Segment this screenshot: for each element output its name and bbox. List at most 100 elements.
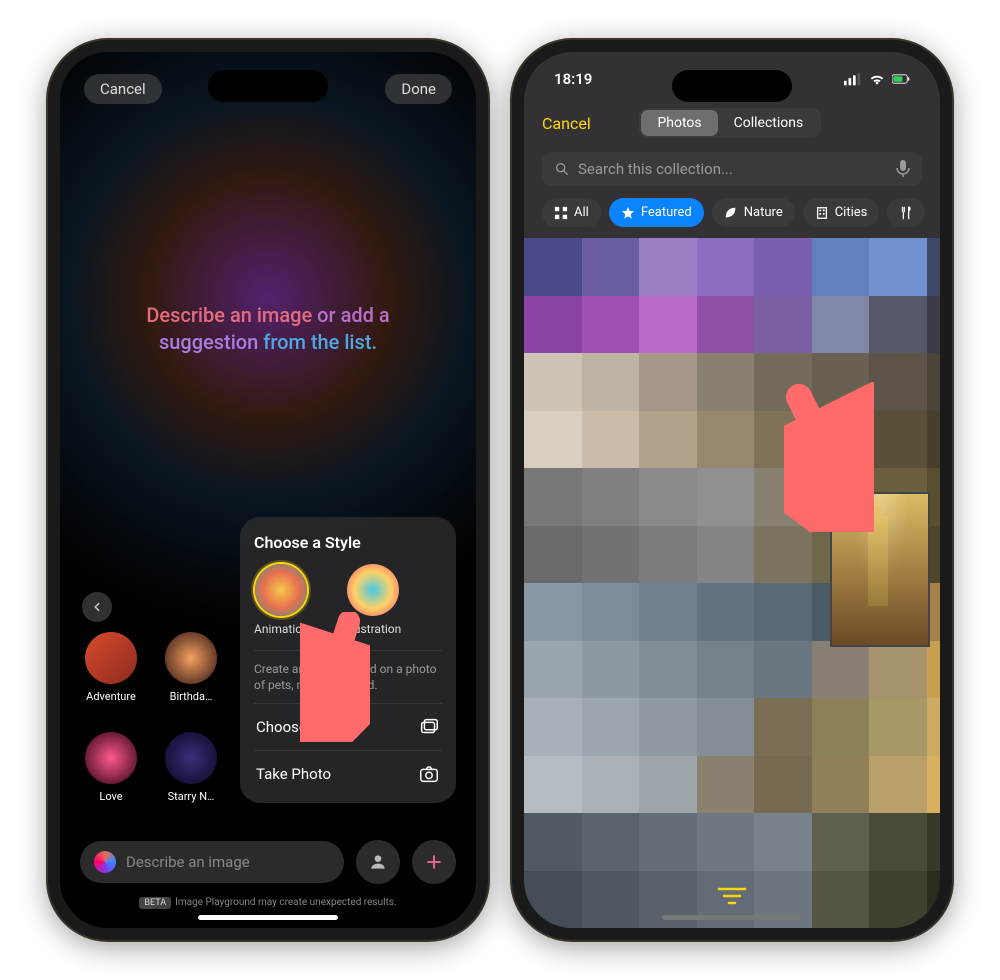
photo-pixel — [524, 411, 582, 469]
add-button[interactable] — [412, 840, 456, 884]
photo-pixel — [754, 813, 812, 871]
cancel-button[interactable]: Cancel — [542, 114, 591, 133]
photo-pixel — [927, 296, 941, 354]
search-icon — [554, 161, 570, 177]
suggestion-thumb — [85, 632, 137, 684]
tab-photos[interactable]: Photos — [641, 110, 717, 136]
back-chevron-button[interactable] — [82, 592, 112, 622]
home-indicator — [198, 915, 338, 920]
photo-pixel — [869, 353, 927, 411]
search-placeholder: Search this collection... — [578, 160, 733, 178]
chip-featured[interactable]: Featured — [609, 198, 704, 227]
photo-pixel — [697, 756, 755, 814]
suggestion-thumb — [165, 632, 217, 684]
battery-icon — [892, 72, 910, 86]
photo-pixel — [869, 411, 927, 469]
chip-food-partial[interactable] — [887, 198, 925, 227]
beta-disclaimer: BETAImage Playground may create unexpect… — [60, 897, 476, 908]
photo-pixel — [754, 238, 812, 296]
photo-pixel — [697, 411, 755, 469]
chip-label: Nature — [744, 205, 783, 220]
plus-icon — [424, 852, 444, 872]
photo-pixel — [812, 238, 870, 296]
panel-title: Choose a Style — [254, 533, 442, 552]
chip-label: Featured — [641, 205, 692, 220]
photo-pixel — [869, 756, 927, 814]
take-photo-button[interactable]: Take Photo — [254, 750, 442, 797]
grid-icon — [554, 206, 568, 220]
suggestions-row-2: Love Starry N… — [76, 732, 226, 803]
suggestion-birthday[interactable]: Birthda… — [156, 632, 226, 703]
photo-pixel — [927, 411, 941, 469]
photo-pixel — [927, 813, 941, 871]
filter-lines-icon — [715, 884, 749, 908]
suggestion-label: Starry N… — [168, 790, 215, 803]
screen-right: 18:19 Cancel Photos Collections Search t… — [524, 52, 940, 928]
chip-nature[interactable]: Nature — [712, 198, 795, 227]
photo-pixel — [869, 698, 927, 756]
search-input[interactable]: Search this collection... — [542, 152, 922, 186]
photo-pixel — [639, 583, 697, 641]
photo-pixel — [812, 641, 870, 699]
photo-pixel — [639, 411, 697, 469]
beachball-icon — [255, 564, 307, 616]
photo-pixel — [869, 871, 927, 929]
photo-pixel — [754, 756, 812, 814]
photo-pixel — [582, 583, 640, 641]
home-indicator — [662, 915, 802, 920]
chip-cities[interactable]: Cities — [803, 198, 880, 227]
annotation-arrow — [784, 382, 874, 532]
photo-pixel — [754, 296, 812, 354]
photo-pixel — [697, 353, 755, 411]
photo-pixel — [812, 756, 870, 814]
intelligence-icon — [94, 851, 116, 873]
photos-stack-icon — [418, 716, 440, 738]
photo-pixel — [754, 641, 812, 699]
photo-pixel — [639, 813, 697, 871]
beta-badge: BETA — [139, 897, 171, 909]
cellular-icon — [844, 72, 862, 86]
photo-pixel — [697, 813, 755, 871]
suggestion-starry[interactable]: Starry N… — [156, 732, 226, 803]
star-icon — [621, 206, 635, 220]
leaf-icon — [724, 206, 738, 220]
photo-pixel — [639, 296, 697, 354]
person-button[interactable] — [356, 840, 400, 884]
photo-pixel — [524, 813, 582, 871]
phone-right: 18:19 Cancel Photos Collections Search t… — [512, 40, 952, 940]
mic-icon[interactable] — [896, 160, 910, 178]
annotation-arrow — [300, 612, 370, 742]
chip-all[interactable]: All — [542, 198, 601, 227]
photo-pixel — [524, 756, 582, 814]
photo-pixel — [927, 871, 941, 929]
suggestion-label: Birthda… — [170, 690, 213, 703]
filter-toggle-button[interactable] — [715, 884, 749, 912]
photo-pixel — [639, 756, 697, 814]
fork-knife-icon — [899, 206, 913, 220]
describe-input[interactable]: Describe an image — [80, 841, 344, 883]
cancel-button[interactable]: Cancel — [84, 74, 162, 104]
status-icons — [844, 72, 910, 86]
photo-pixel — [639, 353, 697, 411]
done-button[interactable]: Done — [385, 74, 452, 104]
photo-pixel — [639, 238, 697, 296]
photo-pixel — [582, 468, 640, 526]
photo-pixel — [869, 296, 927, 354]
photo-pixel — [524, 238, 582, 296]
photo-pixel — [754, 583, 812, 641]
phone-left: Cancel Done Describe an image or add a s… — [48, 40, 488, 940]
notch — [672, 70, 792, 102]
suggestion-adventure[interactable]: Adventure — [76, 632, 146, 703]
photo-pixel — [582, 756, 640, 814]
photo-pixel — [697, 526, 755, 584]
photo-pixel — [582, 698, 640, 756]
view-segment: Photos Collections — [639, 108, 821, 138]
photo-pixel — [697, 296, 755, 354]
tab-collections[interactable]: Collections — [718, 110, 820, 136]
photo-pixel — [524, 871, 582, 929]
photo-pixel — [927, 353, 941, 411]
suggestion-love[interactable]: Love — [76, 732, 146, 803]
photo-pixel — [524, 698, 582, 756]
photo-pixel — [812, 871, 870, 929]
photo-pixel — [582, 641, 640, 699]
